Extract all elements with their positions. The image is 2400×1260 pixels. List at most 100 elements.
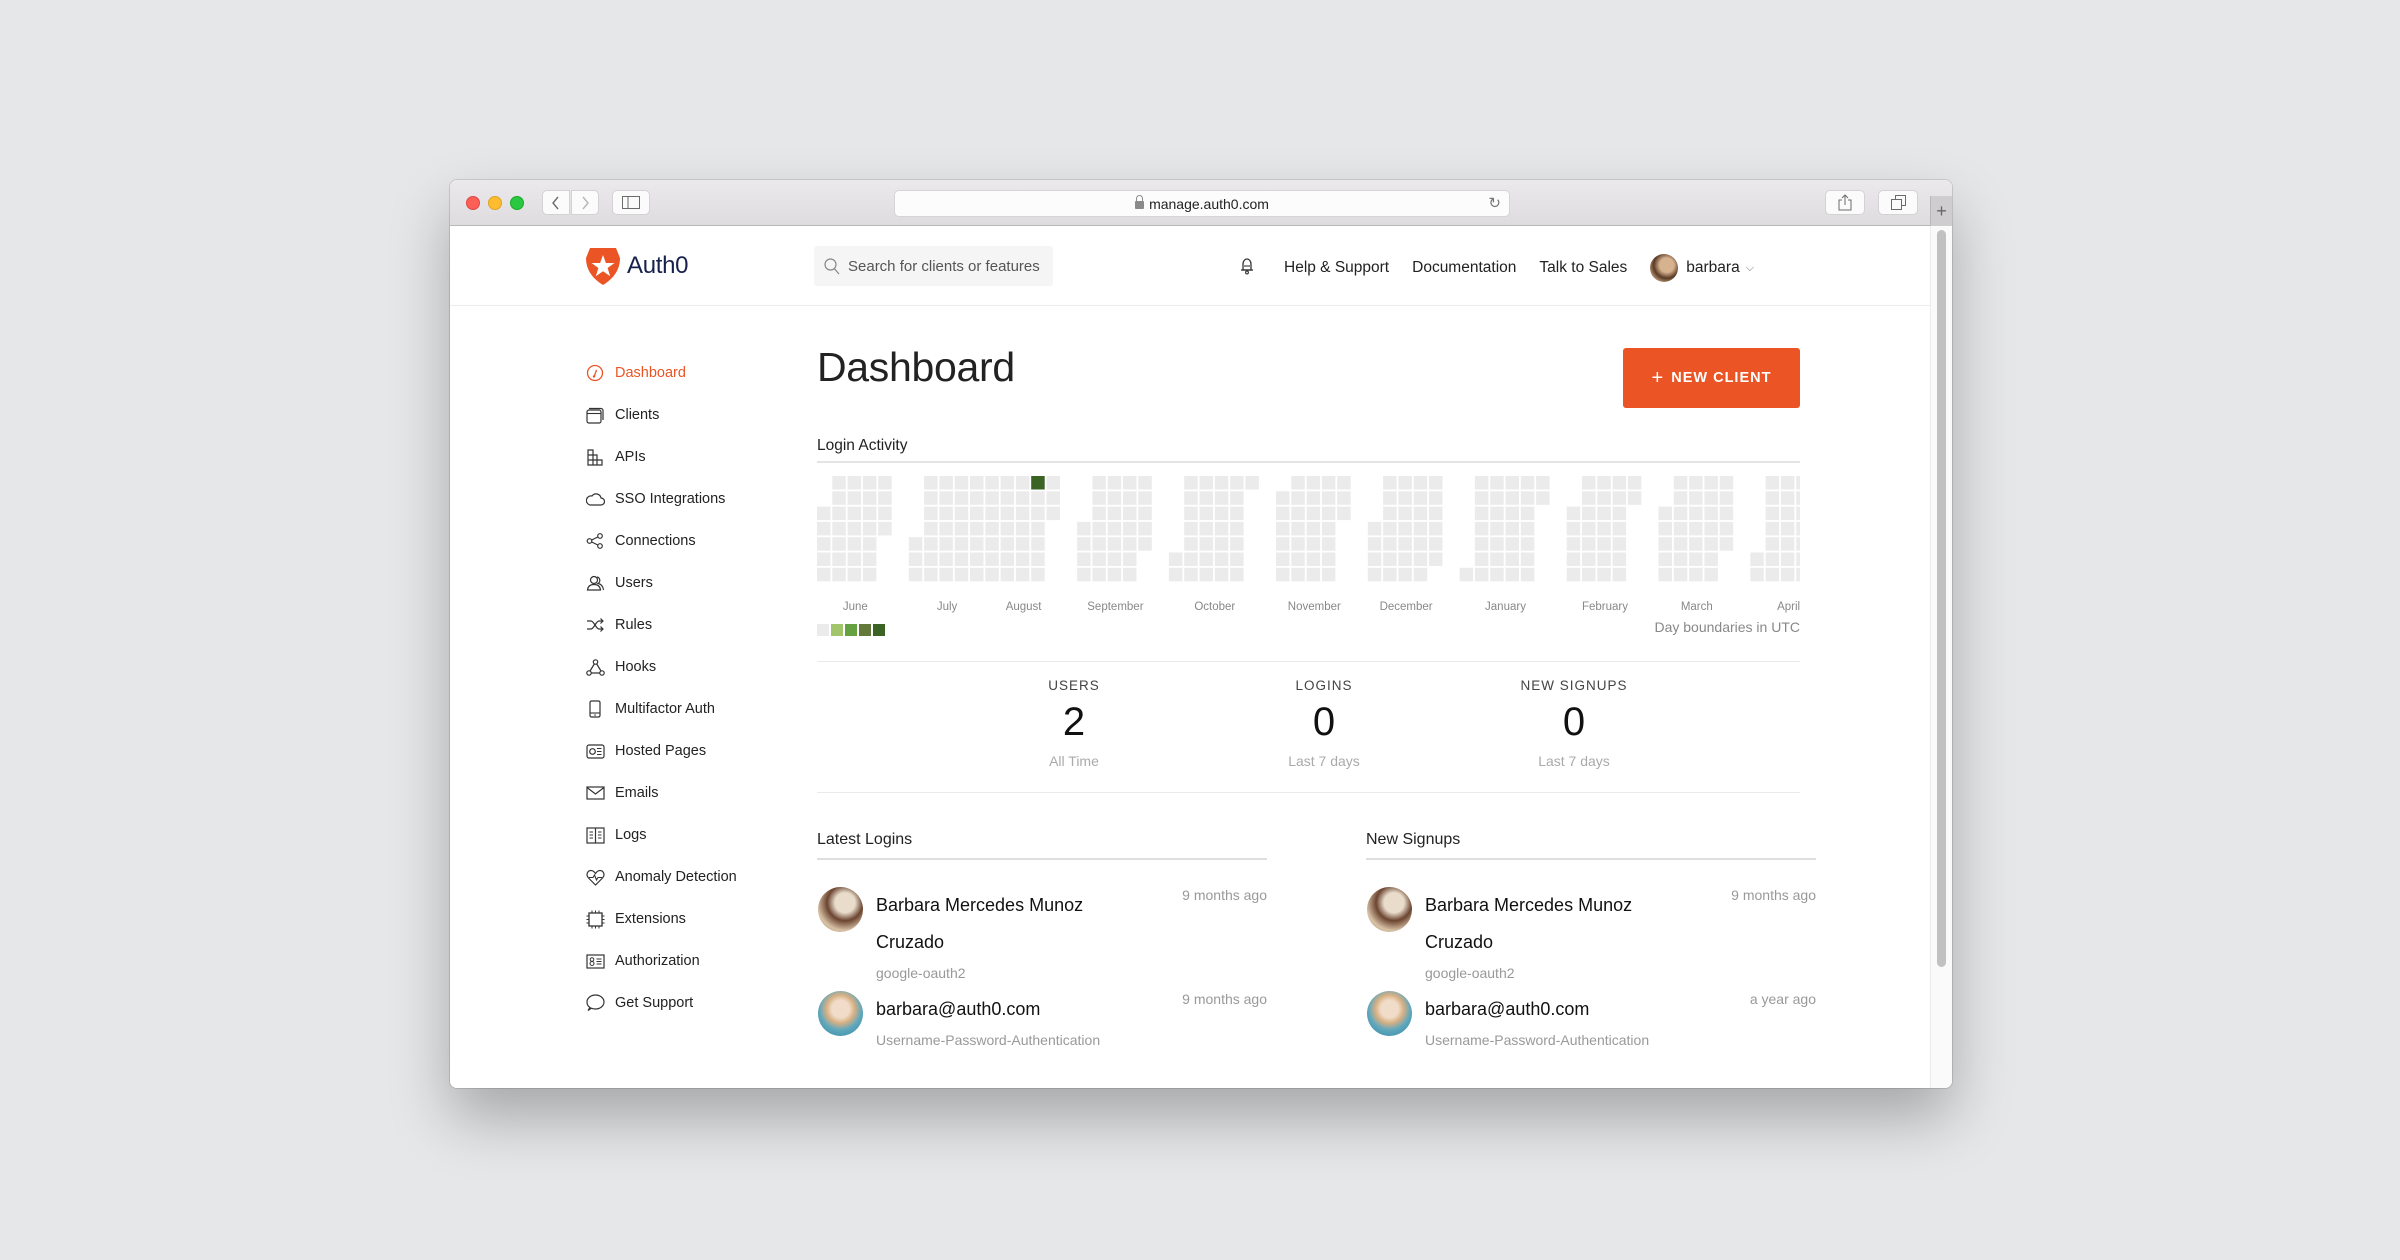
- list-item[interactable]: 9 months ago Barbara Mercedes Munoz Cruz…: [817, 860, 1267, 991]
- heatmap-cell[interactable]: [1413, 491, 1428, 505]
- heatmap-cell[interactable]: [1276, 491, 1290, 505]
- heatmap-cell[interactable]: [1138, 506, 1152, 521]
- heatmap-cell[interactable]: [924, 506, 938, 521]
- heatmap-cell[interactable]: [1704, 491, 1718, 505]
- heatmap-cell[interactable]: [847, 491, 862, 505]
- heatmap-cell[interactable]: [1383, 476, 1397, 490]
- sidebar-item-rules[interactable]: Rules: [585, 604, 785, 646]
- heatmap-cell[interactable]: [1291, 567, 1305, 582]
- heatmap-cell[interactable]: [1765, 521, 1780, 536]
- heatmap-cell[interactable]: [1031, 491, 1045, 505]
- heatmap-cell[interactable]: [1673, 537, 1688, 551]
- heatmap-cell[interactable]: [1704, 552, 1718, 567]
- heatmap-cell[interactable]: [1291, 506, 1305, 521]
- heatmap-cell[interactable]: [1367, 537, 1382, 551]
- sidebar-item-users[interactable]: Users: [585, 562, 785, 604]
- heatmap-cell[interactable]: [1796, 567, 1800, 582]
- heatmap-cell[interactable]: [1184, 552, 1198, 567]
- heatmap-cell[interactable]: [1612, 491, 1627, 505]
- heatmap-cell[interactable]: [1429, 521, 1443, 536]
- sidebar-item-apis[interactable]: APIs: [585, 436, 785, 478]
- heatmap-cell[interactable]: [862, 567, 877, 582]
- heatmap-cell[interactable]: [1765, 552, 1780, 567]
- heatmap-cell[interactable]: [1321, 552, 1336, 567]
- heatmap-cell[interactable]: [1429, 537, 1443, 551]
- heatmap-cell[interactable]: [832, 491, 846, 505]
- heatmap-cell[interactable]: [1000, 476, 1015, 490]
- heatmap-cell[interactable]: [1627, 491, 1642, 505]
- heatmap-cell[interactable]: [1291, 491, 1305, 505]
- heatmap-cell[interactable]: [1673, 506, 1688, 521]
- heatmap-cell[interactable]: [1796, 506, 1800, 521]
- heatmap-cell[interactable]: [1383, 506, 1397, 521]
- heatmap-cell[interactable]: [817, 537, 831, 551]
- heatmap-cell[interactable]: [1123, 552, 1137, 567]
- heatmap-cell[interactable]: [1123, 491, 1137, 505]
- heatmap-cell[interactable]: [1168, 552, 1183, 567]
- heatmap-cell[interactable]: [1612, 506, 1627, 521]
- heatmap-cell[interactable]: [1000, 537, 1015, 551]
- heatmap-cell[interactable]: [1398, 552, 1412, 567]
- heatmap-cell[interactable]: [1291, 537, 1305, 551]
- heatmap-cell[interactable]: [970, 506, 984, 521]
- heatmap-cell[interactable]: [1566, 537, 1581, 551]
- heatmap-cell[interactable]: [1123, 476, 1137, 490]
- heatmap-cell[interactable]: [1658, 521, 1673, 536]
- heatmap-cell[interactable]: [1474, 537, 1489, 551]
- heatmap-cell[interactable]: [939, 521, 953, 536]
- heatmap-cell[interactable]: [1474, 491, 1489, 505]
- heatmap-cell[interactable]: [1673, 567, 1688, 582]
- heatmap-cell[interactable]: [1321, 567, 1336, 582]
- heatmap-cell[interactable]: [1505, 506, 1520, 521]
- heatmap-cell[interactable]: [1582, 476, 1596, 490]
- heatmap-cell[interactable]: [1230, 491, 1244, 505]
- heatmap-cell[interactable]: [817, 506, 831, 521]
- heatmap-cell[interactable]: [1627, 476, 1642, 490]
- heatmap-cell[interactable]: [862, 491, 877, 505]
- heatmap-cell[interactable]: [847, 506, 862, 521]
- heatmap-cell[interactable]: [924, 491, 938, 505]
- heatmap-cell[interactable]: [1658, 537, 1673, 551]
- heatmap-cell[interactable]: [1214, 491, 1229, 505]
- heatmap-cell[interactable]: [1123, 567, 1137, 582]
- heatmap-cell[interactable]: [1015, 552, 1030, 567]
- heatmap-cell[interactable]: [1658, 552, 1673, 567]
- heatmap-cell[interactable]: [1474, 506, 1489, 521]
- heatmap-cell[interactable]: [1306, 521, 1321, 536]
- heatmap-cell[interactable]: [1184, 521, 1198, 536]
- heatmap-cell[interactable]: [1214, 476, 1229, 490]
- heatmap-cell[interactable]: [1000, 567, 1015, 582]
- heatmap-cell[interactable]: [847, 537, 862, 551]
- heatmap-cell[interactable]: [1780, 491, 1795, 505]
- heatmap-cell[interactable]: [878, 491, 892, 505]
- heatmap-cell[interactable]: [1199, 521, 1214, 536]
- heatmap-cell[interactable]: [1168, 567, 1183, 582]
- heatmap-cell[interactable]: [1276, 521, 1290, 536]
- heatmap-cell[interactable]: [1092, 537, 1106, 551]
- item-name[interactable]: Barbara Mercedes Munoz Cruzado: [876, 887, 1156, 961]
- heatmap-cell[interactable]: [954, 567, 969, 582]
- sidebar-item-sso-integrations[interactable]: SSO Integrations: [585, 478, 785, 520]
- heatmap-cell[interactable]: [1612, 476, 1627, 490]
- heatmap-cell[interactable]: [1230, 552, 1244, 567]
- heatmap-cell[interactable]: [1306, 491, 1321, 505]
- heatmap-cell[interactable]: [1689, 537, 1703, 551]
- documentation-link[interactable]: Documentation: [1412, 259, 1516, 277]
- heatmap-cell[interactable]: [1031, 567, 1045, 582]
- sidebar-item-anomaly-detection[interactable]: Anomaly Detection: [585, 856, 785, 898]
- heatmap-cell[interactable]: [1276, 552, 1290, 567]
- heatmap-cell[interactable]: [939, 552, 953, 567]
- heatmap-cell[interactable]: [1092, 521, 1106, 536]
- minimize-window-button[interactable]: [488, 196, 502, 210]
- sidebar-item-hosted-pages[interactable]: Hosted Pages: [585, 730, 785, 772]
- heatmap-cell[interactable]: [1199, 552, 1214, 567]
- heatmap-cell[interactable]: [1597, 491, 1611, 505]
- heatmap-cell[interactable]: [1673, 552, 1688, 567]
- heatmap-cell[interactable]: [1658, 506, 1673, 521]
- heatmap-cell[interactable]: [1566, 567, 1581, 582]
- heatmap-cell[interactable]: [1689, 491, 1703, 505]
- heatmap-cell[interactable]: [1031, 476, 1045, 490]
- sidebar-item-emails[interactable]: Emails: [585, 772, 785, 814]
- heatmap-cell[interactable]: [1612, 567, 1627, 582]
- heatmap-cell[interactable]: [862, 476, 877, 490]
